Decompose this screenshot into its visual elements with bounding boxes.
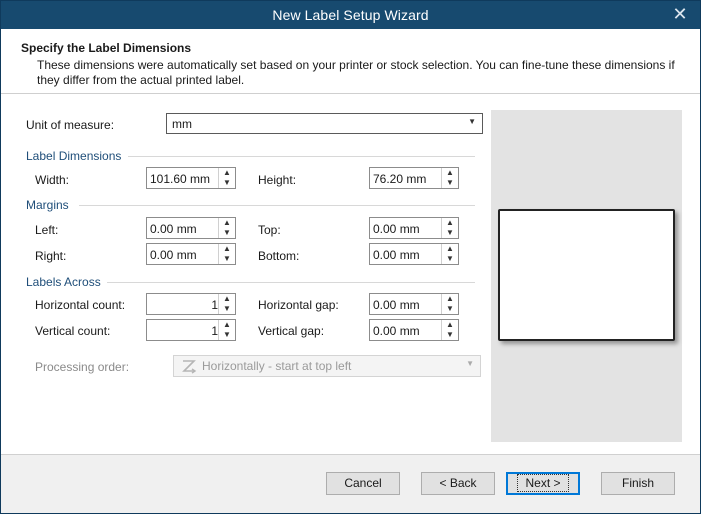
decrement-icon[interactable]: ▼ xyxy=(442,254,458,264)
bottom-margin-value: 0.00 mm xyxy=(373,248,420,262)
increment-icon[interactable]: ▲ xyxy=(442,244,458,254)
increment-icon[interactable]: ▲ xyxy=(219,294,235,304)
window-title: New Label Setup Wizard xyxy=(272,7,429,23)
label-preview xyxy=(498,209,675,341)
left-margin-stepper: ▲ ▼ xyxy=(218,218,235,238)
content-area: Unit of measure: mm ▼ Label Dimensions W… xyxy=(1,94,700,454)
page-title: Specify the Label Dimensions xyxy=(21,41,192,55)
top-margin-label: Top: xyxy=(258,223,281,237)
next-button[interactable]: Next > xyxy=(506,472,580,495)
top-margin-stepper: ▲ ▼ xyxy=(441,218,458,238)
decrement-icon[interactable]: ▼ xyxy=(219,254,235,264)
next-button-label: Next > xyxy=(517,474,569,492)
vertical-count-stepper: ▲ ▼ xyxy=(218,320,235,340)
chevron-down-icon: ▼ xyxy=(466,359,474,368)
horizontal-count-field[interactable]: 1 ▲ ▼ xyxy=(146,293,236,315)
vertical-count-field[interactable]: 1 ▲ ▼ xyxy=(146,319,236,341)
top-margin-field[interactable]: 0.00 mm ▲ ▼ xyxy=(369,217,459,239)
margins-heading: Margins xyxy=(26,198,69,212)
increment-icon[interactable]: ▲ xyxy=(219,244,235,254)
page-description: These dimensions were automatically set … xyxy=(37,58,675,87)
vertical-gap-label: Vertical gap: xyxy=(258,324,325,338)
decrement-icon[interactable]: ▼ xyxy=(219,304,235,314)
height-field[interactable]: 76.20 mm ▲ ▼ xyxy=(369,167,459,189)
unit-of-measure-value: mm xyxy=(172,117,192,131)
horizontal-gap-stepper: ▲ ▼ xyxy=(441,294,458,314)
horizontal-count-label: Horizontal count: xyxy=(35,298,126,312)
vertical-count-label: Vertical count: xyxy=(35,324,111,338)
width-stepper: ▲ ▼ xyxy=(218,168,235,188)
horizontal-gap-field[interactable]: 0.00 mm ▲ ▼ xyxy=(369,293,459,315)
processing-order-select[interactable]: Horizontally - start at top left ▼ xyxy=(173,355,481,377)
unit-of-measure-select[interactable]: mm ▼ xyxy=(166,113,483,134)
decrement-icon[interactable]: ▼ xyxy=(219,330,235,340)
height-label: Height: xyxy=(258,173,297,187)
increment-icon[interactable]: ▲ xyxy=(219,320,235,330)
height-value: 76.20 mm xyxy=(373,172,427,186)
right-margin-stepper: ▲ ▼ xyxy=(218,244,235,264)
close-icon[interactable]: ✕ xyxy=(670,4,690,24)
section-divider xyxy=(128,156,475,157)
horizontal-count-stepper: ▲ ▼ xyxy=(218,294,235,314)
width-field[interactable]: 101.60 mm ▲ ▼ xyxy=(146,167,236,189)
vertical-gap-value: 0.00 mm xyxy=(373,324,420,338)
decrement-icon[interactable]: ▼ xyxy=(442,228,458,238)
vertical-gap-stepper: ▲ ▼ xyxy=(441,320,458,340)
increment-icon[interactable]: ▲ xyxy=(442,168,458,178)
wizard-header: Specify the Label Dimensions These dimen… xyxy=(1,29,700,94)
top-margin-value: 0.00 mm xyxy=(373,222,420,236)
vertical-gap-field[interactable]: 0.00 mm ▲ ▼ xyxy=(369,319,459,341)
bottom-margin-stepper: ▲ ▼ xyxy=(441,244,458,264)
right-margin-label: Right: xyxy=(35,249,67,263)
decrement-icon[interactable]: ▼ xyxy=(442,178,458,188)
label-preview-panel xyxy=(491,110,682,442)
z-order-icon xyxy=(182,360,197,374)
height-stepper: ▲ ▼ xyxy=(441,168,458,188)
left-margin-label: Left: xyxy=(35,223,59,237)
increment-icon[interactable]: ▲ xyxy=(442,218,458,228)
bottom-margin-label: Bottom: xyxy=(258,249,300,263)
labels-across-heading: Labels Across xyxy=(26,275,101,289)
back-button[interactable]: < Back xyxy=(421,472,495,495)
width-label: Width: xyxy=(35,173,70,187)
decrement-icon[interactable]: ▼ xyxy=(219,228,235,238)
horizontal-count-value: 1 xyxy=(211,298,218,312)
decrement-icon[interactable]: ▼ xyxy=(442,330,458,340)
chevron-down-icon: ▼ xyxy=(468,117,476,126)
processing-order-label: Processing order: xyxy=(35,360,130,374)
title-bar: New Label Setup Wizard ✕ xyxy=(1,1,700,29)
horizontal-gap-label: Horizontal gap: xyxy=(258,298,339,312)
decrement-icon[interactable]: ▼ xyxy=(442,304,458,314)
wizard-window: New Label Setup Wizard ✕ Specify the Lab… xyxy=(0,0,701,514)
right-margin-value: 0.00 mm xyxy=(150,248,197,262)
increment-icon[interactable]: ▲ xyxy=(219,168,235,178)
right-margin-field[interactable]: 0.00 mm ▲ ▼ xyxy=(146,243,236,265)
left-margin-value: 0.00 mm xyxy=(150,222,197,236)
footer-divider xyxy=(1,454,700,455)
cancel-button[interactable]: Cancel xyxy=(326,472,400,495)
horizontal-gap-value: 0.00 mm xyxy=(373,298,420,312)
left-margin-field[interactable]: 0.00 mm ▲ ▼ xyxy=(146,217,236,239)
unit-of-measure-label: Unit of measure: xyxy=(26,118,115,132)
finish-button[interactable]: Finish xyxy=(601,472,675,495)
vertical-count-value: 1 xyxy=(211,324,218,338)
section-divider xyxy=(107,282,475,283)
label-dimensions-heading: Label Dimensions xyxy=(26,149,122,163)
increment-icon[interactable]: ▲ xyxy=(442,320,458,330)
section-divider xyxy=(79,205,475,206)
width-value: 101.60 mm xyxy=(150,172,211,186)
increment-icon[interactable]: ▲ xyxy=(219,218,235,228)
processing-order-value: Horizontally - start at top left xyxy=(202,359,352,373)
bottom-margin-field[interactable]: 0.00 mm ▲ ▼ xyxy=(369,243,459,265)
increment-icon[interactable]: ▲ xyxy=(442,294,458,304)
decrement-icon[interactable]: ▼ xyxy=(219,178,235,188)
